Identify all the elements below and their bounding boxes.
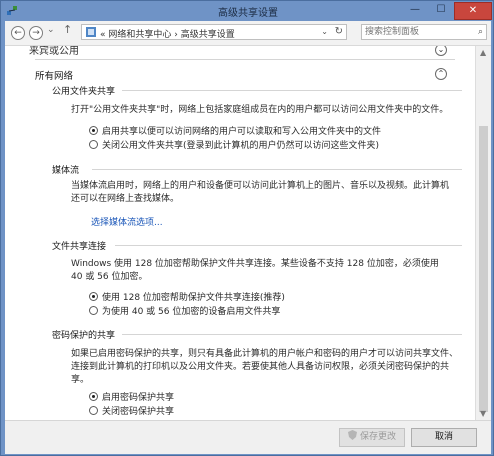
scroll-up-arrow-icon[interactable]: ▲ — [480, 48, 486, 57]
divider — [92, 169, 462, 170]
divider — [115, 245, 462, 246]
public-folder-off-option[interactable]: 关闭公用文件夹共享(登录到此计算机的用户仍然可以访问这些文件夹) — [89, 138, 379, 151]
expand-chevron-icon[interactable]: ⌄ — [435, 46, 447, 56]
encryption-40-56-option[interactable]: 为使用 40 或 56 位加密的设备启用文件共享 — [89, 304, 280, 317]
option-label: 启用共享以便可以访问网络的用户可以读取和写入公用文件夹中的文件 — [102, 127, 382, 137]
collapse-chevron-icon[interactable]: ⌃ — [435, 68, 447, 80]
radio-button[interactable] — [89, 140, 98, 149]
maximize-button[interactable]: ☐ — [429, 2, 453, 18]
save-changes-label: 保存更改 — [359, 432, 396, 442]
scroll-down-arrow-icon[interactable]: ▼ — [480, 409, 486, 418]
cancel-button[interactable]: 取消 — [411, 428, 477, 447]
up-button[interactable]: ↑ — [63, 23, 72, 36]
save-changes-button[interactable]: 保存更改 — [339, 428, 405, 447]
settings-content: 来宾或公用 ⌄ 所有网络 ⌃ 公用文件夹共享 打开"公用文件夹共享"时，网络上包… — [5, 46, 475, 420]
search-input[interactable] — [365, 26, 465, 38]
guest-public-header[interactable]: 来宾或公用 — [29, 46, 79, 57]
media-stream-desc: 当媒体流启用时，网络上的用户和设备便可以访问此计算机上的图片、音乐以及视频。此计… — [71, 181, 450, 204]
close-button[interactable]: ✕ — [454, 2, 492, 20]
radio-button-selected[interactable] — [89, 392, 98, 401]
divider — [122, 334, 462, 335]
option-label: 关闭密码保护共享 — [102, 407, 175, 417]
refresh-icon[interactable]: ↻ — [335, 26, 343, 37]
search-icon[interactable]: ⌕ — [478, 27, 483, 37]
file-sharing-desc: Windows 使用 128 位加密帮助保护文件共享连接。某些设备不支持 128… — [71, 259, 439, 282]
footer-bar: 保存更改 取消 — [5, 420, 491, 454]
option-label: 启用密码保护共享 — [102, 393, 175, 403]
recent-locations-icon[interactable]: ⌄ — [47, 25, 55, 35]
divider — [122, 90, 462, 91]
media-stream-title: 媒体流 — [52, 166, 80, 176]
public-folder-on-option[interactable]: 启用共享以便可以访问网络的用户可以读取和写入公用文件夹中的文件 — [89, 124, 381, 137]
password-sharing-desc: 如果已启用密码保护的共享，则只有具备此计算机的用户帐户和密码的用户才可以访问共享… — [71, 349, 459, 385]
uac-shield-icon — [347, 430, 357, 440]
public-folder-desc: 打开"公用文件夹共享"时，网络上包括家庭组成员在内的用户都可以访问公用文件夹中的… — [71, 105, 449, 115]
control-panel-icon — [86, 27, 96, 37]
breadcrumb[interactable]: « 网络和共享中心 › 高级共享设置 — [100, 27, 235, 40]
radio-button-selected[interactable] — [89, 292, 98, 301]
radio-button[interactable] — [89, 406, 98, 415]
all-networks-title[interactable]: 所有网络 — [35, 68, 73, 82]
option-label: 使用 128 位加密帮助保护文件共享连接(推荐) — [102, 293, 285, 303]
encryption-128-option[interactable]: 使用 128 位加密帮助保护文件共享连接(推荐) — [89, 290, 285, 303]
vertical-scrollbar[interactable]: ▲ ▼ — [475, 46, 491, 420]
option-label: 为使用 40 或 56 位加密的设备启用文件共享 — [102, 307, 281, 317]
radio-button-selected[interactable] — [89, 126, 98, 135]
password-sharing-title: 密码保护的共享 — [52, 331, 116, 341]
media-stream-options-link[interactable]: 选择媒体流选项... — [91, 215, 163, 228]
option-label: 关闭公用文件夹共享(登录到此计算机的用户仍然可以访问这些文件夹) — [102, 141, 380, 151]
minimize-button[interactable]: — — [403, 2, 427, 18]
scroll-thumb[interactable] — [479, 126, 488, 412]
title-bar[interactable]: 高级共享设置 — ☐ ✕ — [1, 1, 494, 21]
forward-button[interactable]: → — [29, 26, 43, 40]
file-sharing-title: 文件共享连接 — [52, 242, 107, 252]
password-on-option[interactable]: 启用密码保护共享 — [89, 390, 174, 403]
public-folder-title: 公用文件夹共享 — [52, 87, 116, 97]
advanced-sharing-window: 高级共享设置 — ☐ ✕ ← → ⌄ ↑ « 网络和共享中心 › 高级共享设置 … — [0, 0, 494, 456]
divider — [35, 59, 455, 60]
back-button[interactable]: ← — [11, 26, 25, 40]
search-box[interactable]: ⌕ — [361, 24, 487, 40]
radio-button[interactable] — [89, 306, 98, 315]
address-bar[interactable]: « 网络和共享中心 › 高级共享设置 ⌄ ↻ — [81, 24, 347, 40]
navigation-bar: ← → ⌄ ↑ « 网络和共享中心 › 高级共享设置 ⌄ ↻ ⌕ — [5, 21, 491, 46]
address-dropdown-icon[interactable]: ⌄ — [321, 27, 328, 36]
password-off-option[interactable]: 关闭密码保护共享 — [89, 404, 174, 417]
